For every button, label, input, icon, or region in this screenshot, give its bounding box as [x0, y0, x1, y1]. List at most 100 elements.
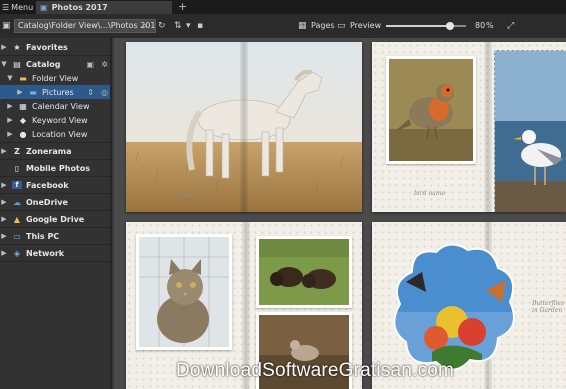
zoom-value: 80	[475, 21, 486, 30]
search-icon[interactable]: ⌕	[142, 19, 147, 33]
expand-arrow-icon[interactable]: ▶	[0, 215, 8, 223]
sidebar-item-pictures[interactable]: ▶ ▬ Pictures ⇕ ◎	[0, 85, 112, 99]
content-area: Sunset bird name Butterflies in Garden	[114, 38, 566, 389]
chevron-down-icon[interactable]: ▾	[186, 19, 191, 33]
sidebar-item-this-pc[interactable]: ▶ ▭ This PC	[0, 229, 112, 243]
divider	[0, 55, 112, 56]
sidebar-item-google-drive[interactable]: ▶ ▲ Google Drive	[0, 212, 112, 226]
pages-toggle[interactable]: Pages	[311, 19, 335, 33]
page-fold	[484, 42, 492, 212]
sidebar-item-facebook[interactable]: ▶ f Facebook	[0, 178, 112, 192]
network-icon: ◈	[13, 248, 21, 258]
photo-frame-bison[interactable]	[256, 236, 352, 308]
bison-photo	[259, 239, 349, 305]
add-folder-icon[interactable]: ▣	[86, 60, 94, 69]
page-spread-horse[interactable]: Sunset	[126, 42, 362, 212]
add-tab-button[interactable]: +	[178, 0, 187, 14]
sidebar-item-label: Catalog	[26, 59, 61, 69]
sidebar-item-location-view[interactable]: ▶ ● Location View	[0, 127, 112, 141]
tab-title: Photos 2017	[51, 3, 108, 12]
expand-arrow-icon[interactable]: ▶	[0, 232, 8, 240]
sidebar-item-network[interactable]: ▶ ◈ Network	[0, 246, 112, 260]
pages-icon: ▦	[298, 21, 307, 31]
expand-arrow-icon[interactable]: ▶	[0, 249, 8, 257]
sidebar-item-onedrive[interactable]: ▶ ☁ OneDrive	[0, 195, 112, 209]
expand-arrow-icon[interactable]: ▶	[0, 198, 8, 206]
sidebar-item-label: Calendar View	[32, 101, 90, 111]
catalog-icon: ▤	[13, 59, 21, 69]
sidebar-item-label: Facebook	[26, 180, 69, 190]
photo-frame-cat[interactable]	[136, 234, 232, 350]
sidebar: ▶ ★ Favorites ▼ ▤ Catalog ▣ ✲ ▼ ▬ Folder…	[0, 38, 112, 389]
sort-icon[interactable]: ⇅	[174, 19, 182, 33]
sidebar-item-mobile-photos[interactable]: ▯ Mobile Photos	[0, 161, 112, 175]
google-drive-icon: ▲	[13, 214, 21, 224]
sidebar-item-calendar-view[interactable]: ▶ ▦ Calendar View	[0, 99, 112, 113]
sidebar-item-zonerama[interactable]: ▶ Z Zonerama	[0, 144, 112, 158]
sidebar-item-label: Pictures	[42, 87, 74, 97]
sidebar-item-favorites[interactable]: ▶ ★ Favorites	[0, 40, 112, 54]
sidebar-item-label: This PC	[26, 231, 60, 241]
folder-nav-icon[interactable]: ▣	[2, 19, 11, 33]
photo-frame-robin[interactable]	[386, 56, 476, 164]
calendar-icon: ▦	[19, 101, 27, 111]
divider	[0, 244, 112, 245]
new-folder-icon[interactable]: ▪	[197, 19, 203, 33]
watermark: DownloadSoftwareGratisan.com	[176, 360, 455, 381]
page-caption: Butterflies in Garden	[532, 300, 565, 314]
expand-arrow-icon[interactable]: ▶	[0, 147, 8, 155]
sidebar-item-catalog[interactable]: ▼ ▤ Catalog ▣ ✲	[0, 57, 112, 71]
zoom-fit-icon[interactable]: ⤢	[507, 19, 514, 33]
preview-toggle[interactable]: Preview	[350, 19, 381, 33]
sidebar-item-label: Google Drive	[26, 214, 85, 224]
sidebar-item-label: Folder View	[32, 73, 79, 83]
sidebar-item-label: Location View	[32, 129, 88, 139]
collapse-arrow-icon[interactable]: ▼	[6, 74, 14, 82]
divider	[0, 261, 112, 262]
photos-tab-icon: ▣	[40, 3, 48, 12]
expand-arrow-icon[interactable]: ▶	[6, 102, 14, 110]
page-caption: Sunset	[176, 192, 197, 199]
page-caption: bird name	[414, 190, 446, 197]
globe-icon[interactable]: ◎	[101, 88, 108, 97]
computer-icon: ▭	[13, 231, 21, 241]
preview-icon: ▭	[337, 21, 346, 31]
toolbar: ▣ Catalog\Folder View\...\Photos 2017 ⌕ …	[0, 14, 566, 38]
zoom-slider-thumb[interactable]	[446, 22, 454, 30]
sidebar-item-label: Zonerama	[26, 146, 72, 156]
expand-arrow-icon[interactable]: ▶	[0, 43, 8, 51]
sidebar-item-keyword-view[interactable]: ▶ ◆ Keyword View	[0, 113, 112, 127]
folder-icon: ▬	[19, 73, 27, 83]
zoom-unit: %	[486, 21, 494, 30]
expand-arrow-icon[interactable]: ▶	[0, 181, 8, 189]
star-icon: ★	[13, 42, 21, 52]
menu-label: Menu	[11, 2, 34, 12]
sort-arrows-icon[interactable]: ⇕	[87, 88, 94, 97]
zoom-slider[interactable]	[386, 22, 466, 30]
expand-arrow-icon[interactable]: ▶	[6, 130, 14, 138]
folder-icon: ▬	[29, 87, 37, 97]
menu-button[interactable]: ☰ Menu	[0, 0, 34, 14]
divider	[0, 210, 112, 211]
sidebar-item-label: Network	[26, 248, 65, 258]
collapse-arrow-icon[interactable]: ▼	[0, 60, 8, 68]
page-spread-birds[interactable]: bird name	[372, 42, 566, 212]
photo-frame-seagull[interactable]	[494, 50, 566, 212]
path-field[interactable]: Catalog\Folder View\...\Photos 2017	[14, 19, 156, 33]
title-bar: ☰ Menu ▣ Photos 2017 +	[0, 0, 566, 14]
divider	[0, 142, 112, 143]
tab-photos-2017[interactable]: ▣ Photos 2017	[36, 1, 172, 14]
facebook-icon: f	[12, 181, 22, 189]
refresh-icon[interactable]: ↻	[158, 19, 166, 33]
location-icon: ●	[19, 129, 27, 139]
gear-icon[interactable]: ✲	[101, 60, 108, 69]
expand-arrow-icon[interactable]: ▶	[16, 88, 24, 96]
sidebar-splitter[interactable]	[110, 38, 112, 389]
sidebar-item-label: OneDrive	[26, 197, 68, 207]
cat-photo	[139, 237, 229, 347]
expand-arrow-icon[interactable]: ▶	[6, 116, 14, 124]
phone-icon: ▯	[14, 163, 20, 173]
sidebar-item-folder-view[interactable]: ▼ ▬ Folder View	[0, 71, 112, 85]
robin-photo	[389, 59, 473, 161]
divider	[0, 193, 112, 194]
